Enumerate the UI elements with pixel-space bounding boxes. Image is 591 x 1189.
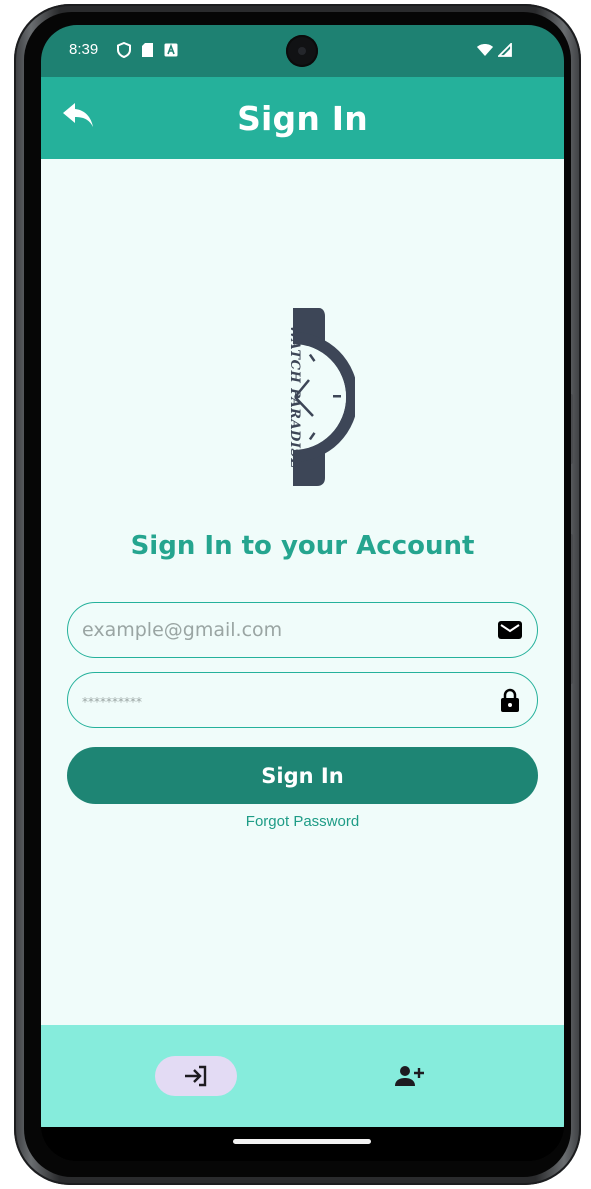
password-field[interactable] [67, 672, 538, 728]
signal-icon [498, 43, 512, 57]
gesture-bar [41, 1127, 564, 1161]
sign-in-heading: Sign In to your Account [130, 531, 475, 561]
front-camera [286, 35, 318, 67]
login-icon [185, 1065, 207, 1087]
email-input[interactable] [82, 603, 482, 656]
wifi-icon [477, 44, 493, 56]
a-badge-icon [164, 43, 178, 57]
app-bar-title: Sign In [237, 99, 368, 138]
sd-card-icon [142, 43, 153, 57]
email-field[interactable] [67, 602, 538, 658]
status-bar: 8:39 [41, 25, 564, 77]
forgot-password-link[interactable]: Forgot Password [41, 813, 564, 830]
status-icons-left [117, 41, 178, 59]
person-add-icon [395, 1066, 424, 1086]
phone-screen: 8:39 Sign In WATCH PARADISE Sign In to y… [41, 25, 564, 1161]
home-handle[interactable] [233, 1139, 371, 1144]
mail-icon [498, 621, 522, 639]
lock-icon [501, 688, 519, 712]
sign-in-button[interactable]: Sign In [67, 747, 538, 804]
app-bar: Sign In [41, 77, 564, 159]
nav-item-sign-in[interactable] [155, 1056, 237, 1096]
password-input[interactable] [82, 673, 482, 726]
status-icons-right [476, 41, 512, 59]
logo-text: WATCH PARADISE [287, 325, 302, 469]
watch-paradise-logo: WATCH PARADISE [271, 302, 358, 492]
status-time: 8:39 [69, 41, 99, 58]
sign-in-content: WATCH PARADISE Sign In to your Account S… [41, 159, 564, 1025]
bottom-navigation [41, 1025, 564, 1127]
nav-item-sign-up[interactable] [387, 1056, 431, 1096]
shield-icon [117, 42, 131, 58]
